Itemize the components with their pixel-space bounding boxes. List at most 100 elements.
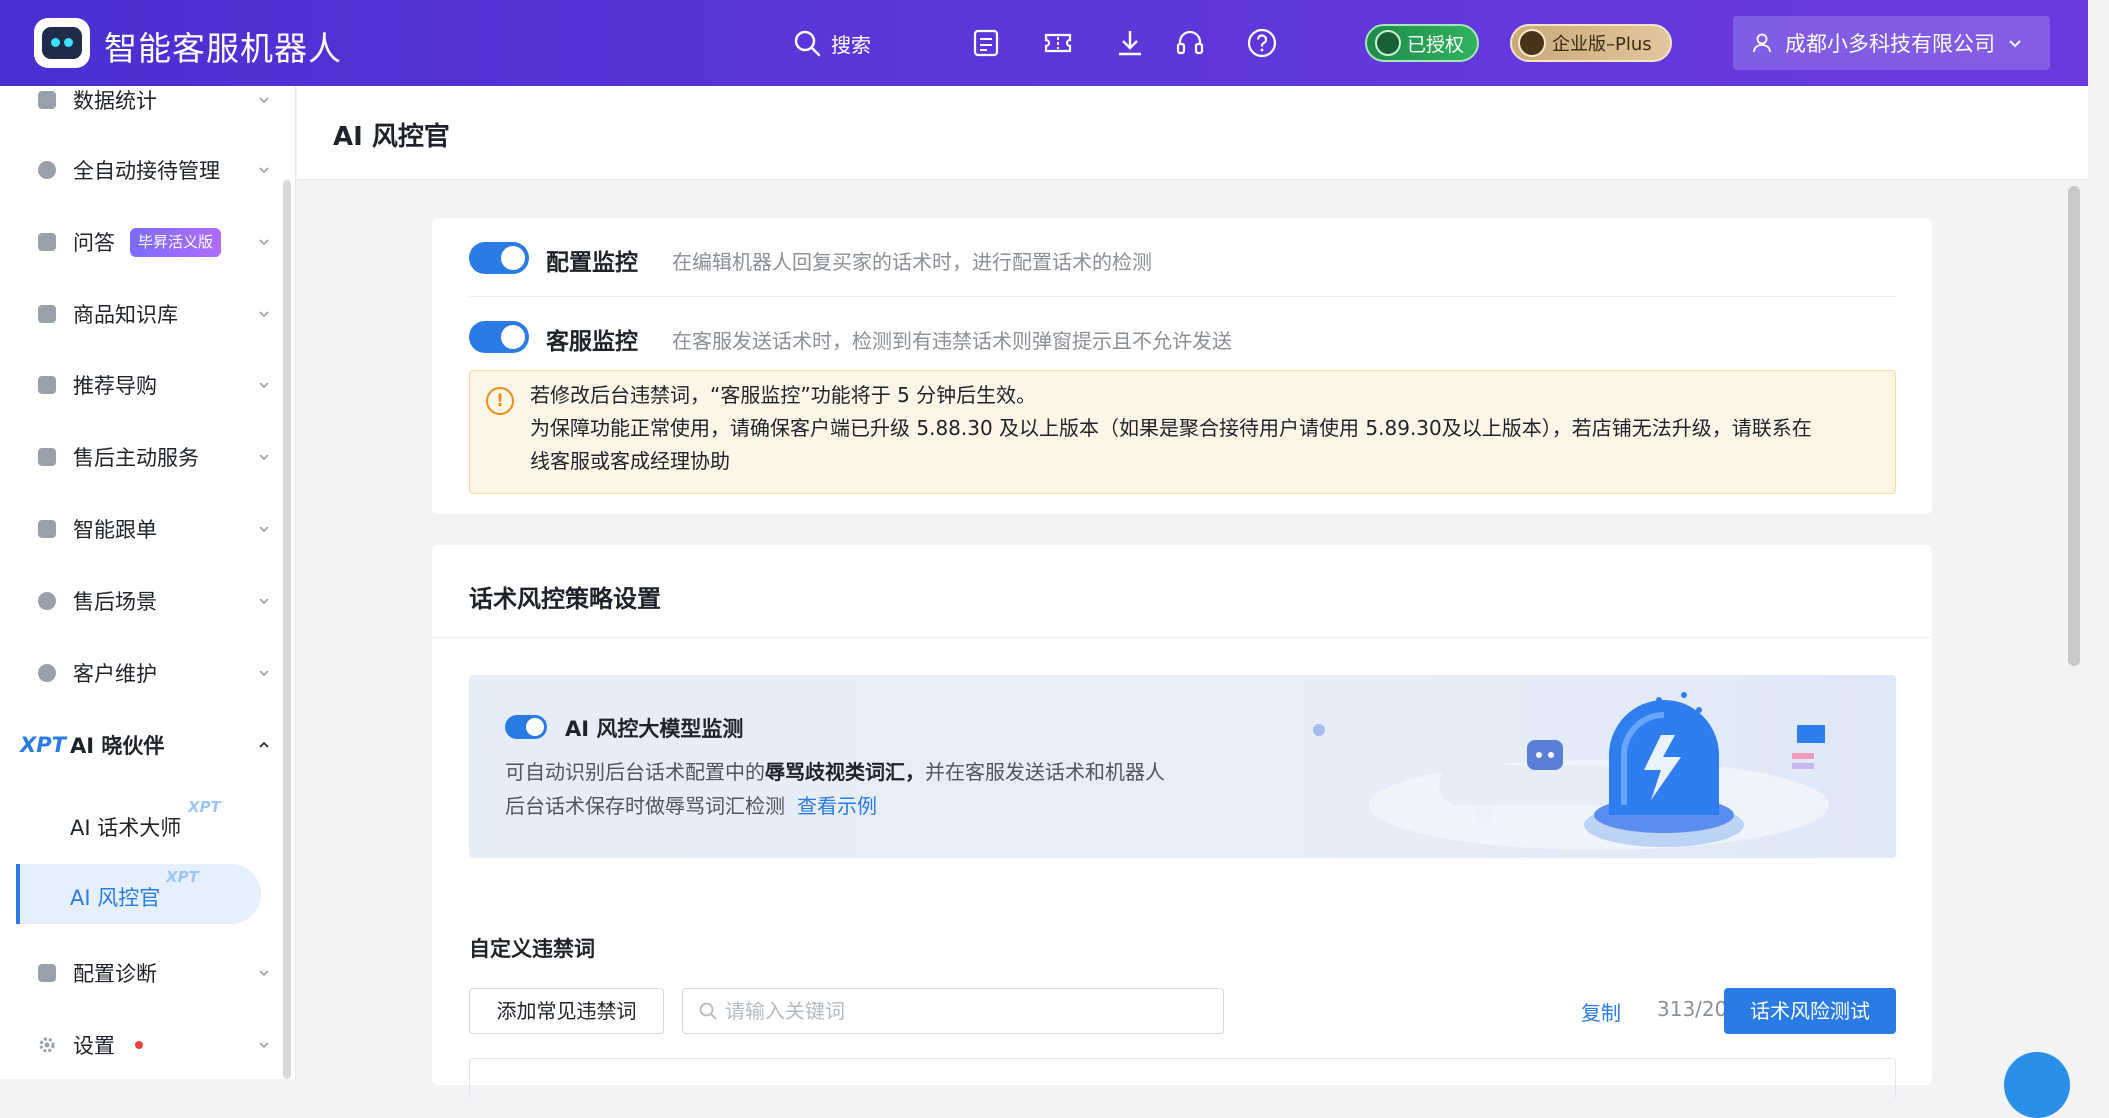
custom-words-title: 自定义违禁词 — [469, 937, 595, 961]
keyword-search-field[interactable] — [682, 988, 1224, 1034]
service-monitor-toggle[interactable] — [469, 321, 529, 353]
sidebar-scrollbar[interactable] — [283, 180, 291, 1079]
sidebar-item-ai-script-master[interactable]: AI 话术大师 XPT — [16, 794, 261, 854]
company-switcher[interactable]: 成都小多科技有限公司 — [1733, 16, 2050, 70]
sidebar-group-ai-partner[interactable]: XPT AI 晓伙伴 — [0, 721, 282, 769]
authorized-label: 已授权 — [1407, 33, 1465, 56]
app-title: 智能客服机器人 — [104, 29, 342, 68]
service-icon — [38, 448, 56, 466]
upgrade-notice: ! 若修改后台违禁词，“客服监控”功能将于 5 分钟后生效。 为保障功能正常使用… — [469, 370, 1896, 494]
ai-model-toggle[interactable] — [505, 715, 547, 739]
view-example-link[interactable]: 查看示例 — [797, 794, 877, 818]
download-icon[interactable] — [1114, 27, 1146, 59]
chevron-down-icon — [259, 970, 269, 977]
notice-line-2: 为保障功能正常使用，请确保客户端已升级 5.88.30 及以上版本（如果是聚合接… — [530, 416, 1812, 440]
chevron-down-icon — [259, 239, 269, 246]
gear-icon — [39, 1037, 55, 1053]
search-icon — [699, 1002, 717, 1020]
ai-model-desc-line2: 后台话术保存时做辱骂词汇检测 — [505, 794, 785, 818]
xpt-superscript: XPT — [188, 798, 221, 816]
chart-icon — [38, 91, 56, 109]
ai-model-desc-suffix: 并在客服发送话术和机器人 — [925, 760, 1165, 784]
version-tag: 毕昇活义版 — [130, 228, 222, 257]
user-icon — [1753, 33, 1771, 53]
top-bar: 智能客服机器人 搜索 已授权 企业版–Plus 成都小多科技有限公司 — [0, 0, 2088, 86]
check-shield-icon — [1375, 30, 1401, 56]
sidebar-item-qa[interactable]: 问答 毕昇活义版 — [0, 218, 282, 266]
sidebar-item-data-stats[interactable]: 数据统计 — [0, 76, 282, 124]
sidebar-item-label: 配置诊断 — [73, 962, 157, 986]
service-monitor-title: 客服监控 — [546, 329, 638, 355]
edition-badge: 企业版–Plus — [1510, 24, 1672, 62]
building-icon — [1518, 29, 1546, 57]
chevron-down-icon — [259, 454, 269, 461]
config-monitor-title: 配置监控 — [546, 250, 638, 276]
sidebar-item-label: 设置 — [73, 1034, 115, 1058]
headset-icon[interactable] — [1174, 27, 1206, 59]
chevron-down-icon — [259, 97, 269, 104]
chevron-up-icon — [259, 741, 269, 748]
sidebar-item-ai-risk-officer[interactable]: AI 风控官 XPT — [16, 864, 261, 924]
search-label: 搜索 — [831, 32, 871, 57]
sidebar-item-label: 商品知识库 — [73, 303, 178, 327]
divider — [469, 296, 1896, 297]
sidebar: 数据统计 全自动接待管理 问答 毕昇活义版 商品知识库 推荐导购 售后主动服务 … — [0, 86, 296, 1079]
sidebar-item-order-tracking[interactable]: 智能跟单 — [0, 505, 282, 553]
sidebar-item-label: 客户维护 — [73, 662, 157, 686]
copy-link[interactable]: 复制 — [1581, 997, 1621, 1026]
forbidden-words-list — [469, 1058, 1896, 1098]
search-icon — [794, 30, 821, 57]
page-title: AI 风控官 — [333, 122, 450, 152]
scene-icon — [38, 592, 56, 610]
service-monitor-desc: 在客服发送话术时，检测到有违禁话术则弹窗提示且不允许发送 — [672, 329, 1232, 353]
sidebar-item-customer-care[interactable]: 客户维护 — [0, 649, 282, 697]
config-monitor-desc: 在编辑机器人回复买家的话术时，进行配置话术的检测 — [672, 250, 1152, 274]
help-icon[interactable] — [1246, 27, 1278, 59]
recommend-icon — [38, 376, 56, 394]
sidebar-item-after-sale-scene[interactable]: 售后场景 — [0, 577, 282, 625]
customer-icon — [38, 664, 56, 682]
ai-model-desc-prefix: 可自动识别后台话术配置中的 — [505, 760, 765, 784]
order-icon — [38, 520, 56, 538]
keyword-search-input[interactable] — [725, 997, 1205, 1025]
sidebar-item-after-sale-service[interactable]: 售后主动服务 — [0, 433, 282, 481]
company-name: 成都小多科技有限公司 — [1785, 32, 1995, 56]
ai-robot-illustration — [1313, 692, 1829, 850]
sidebar-item-label: 智能跟单 — [73, 518, 157, 542]
chevron-down-icon — [2009, 40, 2021, 48]
sidebar-item-label: AI 话术大师 — [70, 816, 182, 840]
config-monitor-toggle[interactable] — [469, 242, 529, 274]
chevron-down-icon — [259, 670, 269, 677]
sidebar-item-label: 全自动接待管理 — [73, 159, 220, 183]
script-risk-test-button[interactable]: 话术风险测试 — [1724, 988, 1896, 1034]
ai-model-desc-bold: 辱骂歧视类词汇， — [765, 760, 925, 784]
sidebar-item-label: 推荐导购 — [73, 374, 157, 398]
add-common-words-button[interactable]: 添加常见违禁词 — [469, 988, 664, 1034]
chevron-down-icon — [259, 598, 269, 605]
chevron-down-icon — [259, 382, 269, 389]
monitor-card: 配置监控 在编辑机器人回复买家的话术时，进行配置话术的检测 客服监控 在客服发送… — [432, 218, 1932, 514]
ai-model-title: AI 风控大模型监测 — [565, 717, 744, 741]
auto-reception-icon — [38, 161, 56, 179]
task-list-icon[interactable] — [970, 27, 1002, 59]
chevron-down-icon — [259, 311, 269, 318]
ai-model-desc: 可自动识别后台话术配置中的辱骂歧视类词汇，并在客服发送话术和机器人 后台话术保存… — [505, 755, 1225, 823]
sidebar-item-label: 售后场景 — [73, 590, 157, 614]
notice-line-1: 若修改后台违禁词，“客服监控”功能将于 5 分钟后生效。 — [530, 383, 1037, 407]
chevron-down-icon — [259, 167, 269, 174]
floating-help-button[interactable] — [2004, 1052, 2070, 1118]
sidebar-item-config-diagnose[interactable]: 配置诊断 — [0, 949, 282, 997]
xpt-superscript: XPT — [166, 868, 199, 886]
sidebar-item-recommend[interactable]: 推荐导购 — [0, 361, 282, 409]
notification-dot — [135, 1041, 143, 1049]
search-button[interactable]: 搜索 — [793, 28, 871, 58]
sidebar-item-settings[interactable]: 设置 — [0, 1021, 282, 1069]
main-scrollbar[interactable] — [2068, 186, 2080, 666]
divider — [432, 637, 1932, 638]
sidebar-item-auto-reception[interactable]: 全自动接待管理 — [0, 146, 282, 194]
sidebar-item-product-kb[interactable]: 商品知识库 — [0, 290, 282, 338]
chevron-down-icon — [259, 526, 269, 533]
edition-label: 企业版–Plus — [1552, 34, 1652, 55]
ticket-icon[interactable] — [1042, 27, 1074, 59]
xpt-logo-icon: XPT — [20, 733, 66, 757]
